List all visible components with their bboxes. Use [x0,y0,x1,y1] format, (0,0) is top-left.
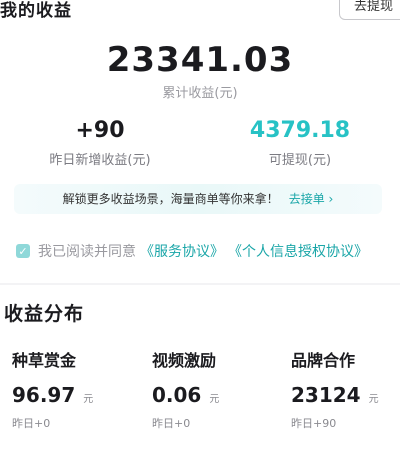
distribution-title: 收益分布 [4,303,85,325]
yesterday-earnings-value: +90 [75,118,125,143]
distribution-item-seeding-bounty[interactable]: 种草赏金 96.97 元 昨日+0 [12,347,142,431]
distribution-item-value: 0.06 [152,383,202,407]
distribution-item-name: 品牌合作 [291,351,356,370]
earnings-distribution-card: 收益分布 种草赏金 96.97 元 昨日+0 视频激励 0.06 元 昨日+0 … [0,285,400,459]
distribution-item-value: 96.97 [12,383,76,407]
distribution-item-yesterday: 昨日+90 [291,417,337,430]
distribution-item-unit: 元 [368,394,379,405]
promo-banner[interactable]: 解锁更多收益场景，海量商单等你来拿！ 去接单 › [14,184,382,214]
distribution-item-brand-cooperation[interactable]: 品牌合作 23124 元 昨日+90 [291,347,400,431]
promo-banner-text: 解锁更多收益场景，海量商单等你来拿！ [62,192,279,206]
agreement-checkbox[interactable]: ✓ [16,244,30,258]
service-agreement-link[interactable]: 《服务协议》 [140,241,224,261]
distribution-item-unit: 元 [209,394,220,405]
agreement-row: ✓ 我已阅读并同意 《服务协议》 《个人信息授权协议》 [16,241,368,261]
page-title: 我的收益 [0,1,72,21]
privacy-agreement-link[interactable]: 《个人信息授权协议》 [228,241,368,261]
agreement-text: 我已阅读并同意 [38,244,136,260]
yesterday-earnings-label: 昨日新增收益(元) [49,153,151,168]
distribution-item-yesterday: 昨日+0 [152,417,191,430]
total-earnings-label: 累计收益(元) [162,86,238,101]
withdrawable-amount[interactable]: 4379.18 可提现(元) [200,118,400,168]
distribution-item-name: 种草赏金 [12,351,77,370]
yesterday-earnings: +90 昨日新增收益(元) [0,118,200,168]
earnings-summary-card: 我的收益 去提现 23341.03 累计收益(元) +90 昨日新增收益(元) … [0,0,400,283]
distribution-item-value: 23124 [291,383,361,407]
distribution-item-unit: 元 [83,394,94,405]
withdrawable-value: 4379.18 [249,118,351,143]
withdrawable-label: 可提现(元) [268,153,332,168]
take-orders-link[interactable]: 去接单 › [289,192,334,206]
distribution-item-name: 视频激励 [152,351,217,370]
earnings-page: 我的收益 去提现 23341.03 累计收益(元) +90 昨日新增收益(元) … [0,0,400,459]
distribution-item-yesterday: 昨日+0 [12,417,51,430]
distribution-item-video-incentive[interactable]: 视频激励 0.06 元 昨日+0 [152,347,282,431]
withdraw-button[interactable]: 去提现 [338,0,400,20]
total-earnings-value: 23341.03 [106,40,294,80]
